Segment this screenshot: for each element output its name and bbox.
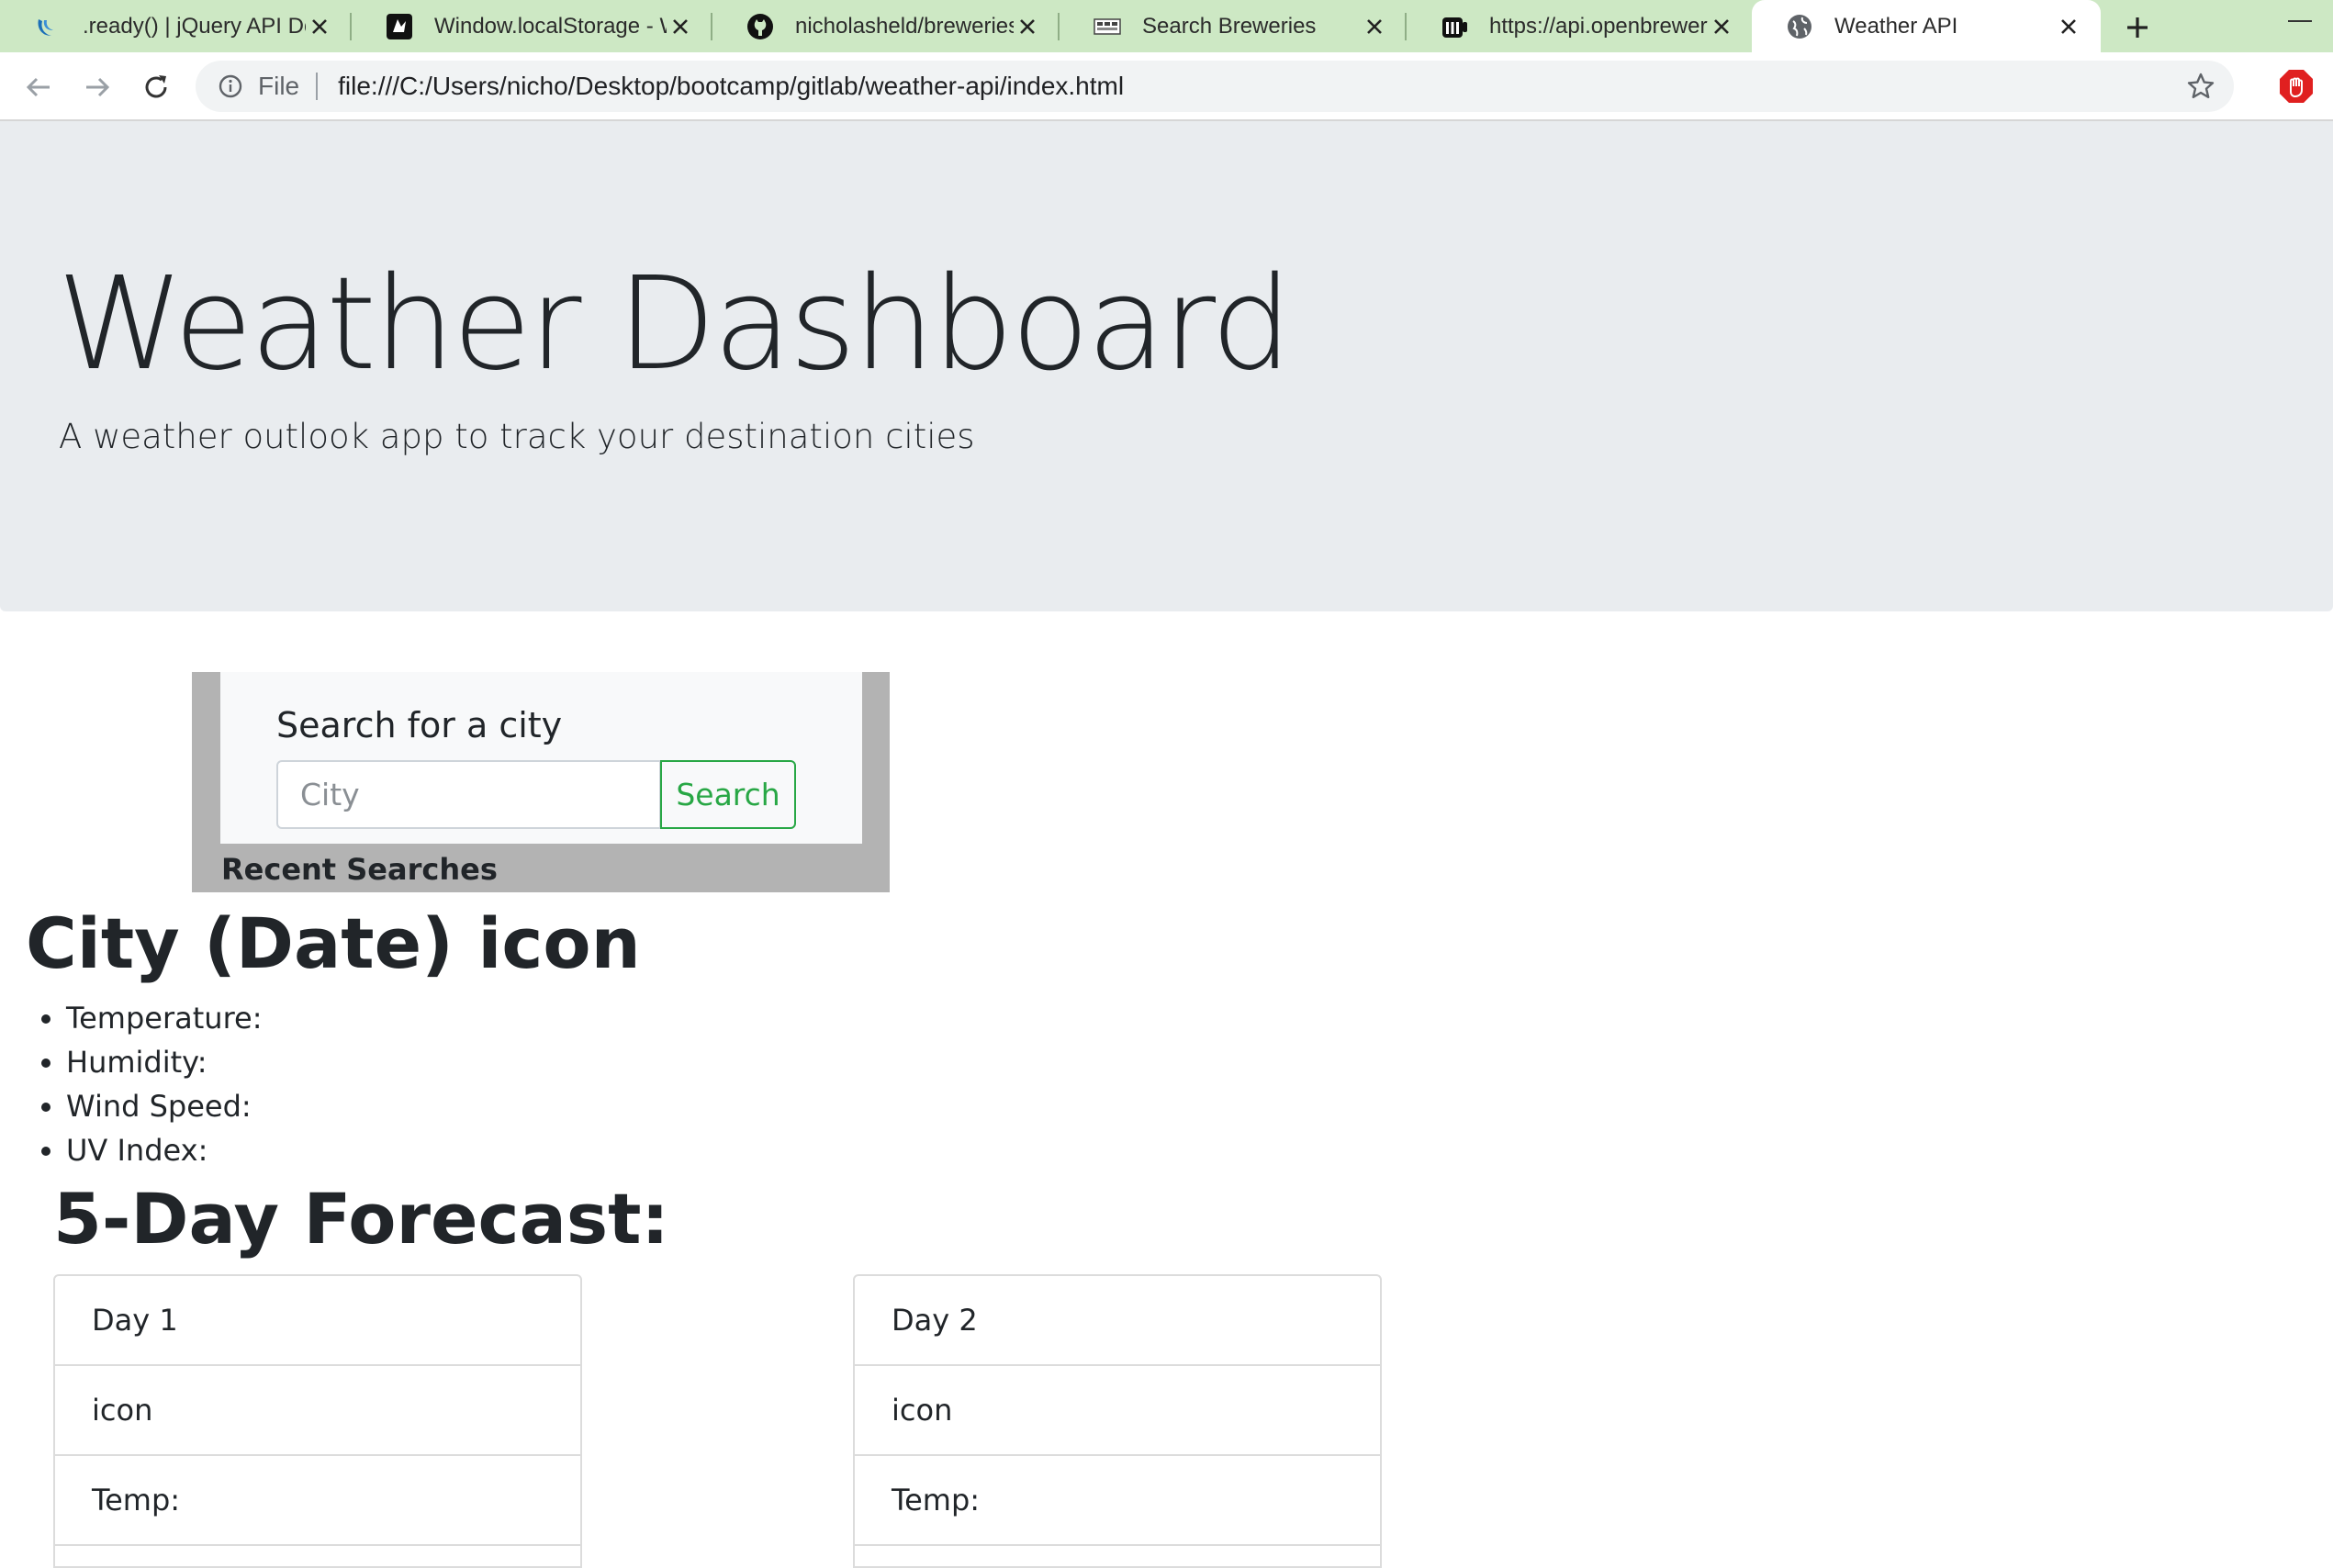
github-icon	[746, 12, 775, 41]
tab-openbrewery-api[interactable]: https://api.openbrewery	[1407, 0, 1754, 52]
recent-searches-heading: Recent Searches	[221, 852, 498, 887]
forecast-day-card: Day 1 icon Temp:	[53, 1274, 582, 1568]
page-title: Weather Dashboard	[57, 250, 1293, 399]
tab-title: https://api.openbrewery	[1489, 13, 1708, 39]
tab-strip: .ready() | jQuery API Do Window.localSto…	[0, 0, 2333, 52]
current-weather-list: Temperature: Humidity: Wind Speed: UV In…	[66, 996, 262, 1172]
jquery-icon	[33, 12, 62, 41]
close-tab-icon[interactable]	[667, 13, 694, 40]
search-label: Search for a city	[276, 705, 563, 745]
close-tab-icon[interactable]	[2055, 13, 2082, 40]
tab-title: Search Breweries	[1142, 13, 1317, 39]
tab-title: Window.localStorage - W	[434, 13, 667, 39]
search-form: Search for a city Search	[220, 672, 862, 844]
forecast-icon-placeholder: icon	[55, 1366, 580, 1456]
address-bar[interactable]: File file:///C:/Users/nicho/Desktop/boot…	[196, 61, 2234, 112]
tab-title: nicholasheld/breweries-	[795, 13, 1014, 39]
forecast-day-label: Day 2	[855, 1276, 1380, 1366]
mdn-icon	[385, 12, 414, 41]
scheme-label: File	[258, 72, 300, 100]
tab-github[interactable]: nicholasheld/breweries-	[712, 0, 1060, 52]
forecast-day-label: Day 1	[55, 1276, 580, 1366]
forecast-icon-placeholder: icon	[855, 1366, 1380, 1456]
search-sidebar: Search for a city Search Recent Searches	[192, 672, 890, 892]
forecast-temp: Temp:	[855, 1456, 1380, 1546]
tab-jquery[interactable]: .ready() | jQuery API Do	[0, 0, 352, 52]
forecast-temp: Temp:	[55, 1456, 580, 1546]
tab-title: .ready() | jQuery API Do	[83, 13, 306, 39]
current-weather-title: City (Date) icon	[26, 902, 641, 984]
reload-button[interactable]	[136, 67, 176, 107]
city-search-input[interactable]	[276, 760, 661, 829]
plus-icon	[2127, 17, 2148, 38]
forward-button[interactable]	[77, 67, 118, 107]
close-tab-icon[interactable]	[306, 13, 333, 40]
header-jumbotron: Weather Dashboard A weather outlook app …	[0, 121, 2333, 611]
tab-weather-api[interactable]: Weather API	[1752, 0, 2101, 52]
humidity-item: Humidity:	[66, 1040, 262, 1084]
info-icon[interactable]	[216, 72, 245, 101]
tab-title: Weather API	[1834, 13, 1958, 39]
address-divider	[316, 73, 319, 100]
uv-index-item: UV Index:	[66, 1128, 262, 1172]
tab-localstorage[interactable]: Window.localStorage - W	[352, 0, 712, 52]
tab-search-breweries[interactable]: Search Breweries	[1060, 0, 1407, 52]
breweries-icon	[1093, 12, 1122, 41]
close-tab-icon[interactable]	[1708, 13, 1735, 40]
bookmark-star-icon[interactable]	[2186, 72, 2215, 101]
globe-icon	[1785, 12, 1814, 41]
search-button[interactable]: Search	[660, 760, 796, 829]
close-tab-icon[interactable]	[1361, 13, 1388, 40]
temperature-item: Temperature:	[66, 996, 262, 1040]
browser-toolbar: File file:///C:/Users/nicho/Desktop/boot…	[0, 52, 2333, 121]
forecast-day-card: Day 2 icon Temp:	[853, 1274, 1382, 1568]
new-tab-button[interactable]	[2117, 7, 2158, 48]
back-arrow-icon	[26, 77, 50, 97]
wind-speed-item: Wind Speed:	[66, 1084, 262, 1128]
forecast-title: 5-Day Forecast:	[53, 1178, 669, 1260]
close-tab-icon[interactable]	[1014, 13, 1041, 40]
openbrewery-icon	[1440, 12, 1469, 41]
back-button[interactable]	[18, 67, 59, 107]
minimize-window-button[interactable]	[2288, 20, 2312, 22]
adblock-extension-icon[interactable]	[2277, 67, 2316, 106]
page-subtitle: A weather outlook app to track your dest…	[59, 417, 975, 456]
forward-arrow-icon	[86, 77, 110, 97]
url-text[interactable]: file:///C:/Users/nicho/Desktop/bootcamp/…	[338, 72, 1124, 101]
reload-icon	[145, 75, 167, 98]
